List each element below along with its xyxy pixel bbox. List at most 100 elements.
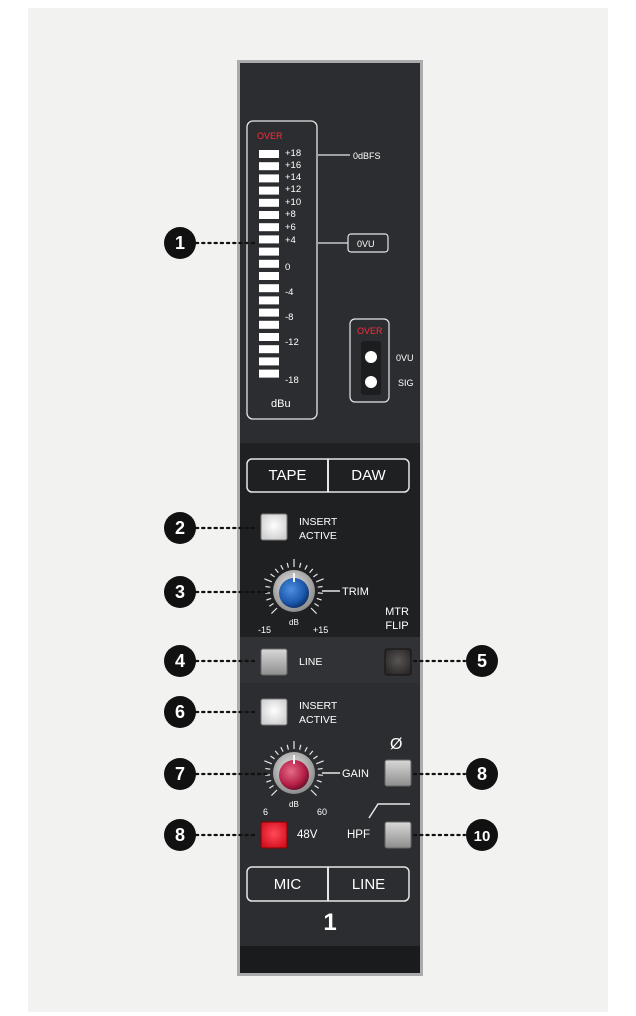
knob-tick <box>266 779 272 783</box>
led-segment <box>259 150 279 158</box>
trim-unit-label: dB <box>289 618 299 627</box>
mtr-flip-label-line2: FLIP <box>385 620 409 632</box>
knob-tick <box>286 744 289 750</box>
led-segment <box>259 333 279 341</box>
knob-tick <box>268 784 274 789</box>
gain-unit-label: dB <box>289 800 299 809</box>
indicator-ovu-label: 0VU <box>396 353 414 363</box>
gain-knob[interactable] <box>264 741 340 797</box>
callout-number: 8 <box>175 825 185 845</box>
led-segment <box>259 211 279 219</box>
meter-scale-label: +18 <box>285 148 302 159</box>
trim-min-label: -15 <box>258 625 272 635</box>
knob-tick <box>280 746 284 752</box>
phase-button[interactable] <box>384 759 412 787</box>
led-segment <box>259 235 279 244</box>
callout-number: 10 <box>474 828 491 845</box>
callout-number: 5 <box>477 651 487 671</box>
mtr-flip-button[interactable] <box>384 648 412 676</box>
knob-tick <box>314 784 320 789</box>
meter-scale-label: +6 <box>285 222 296 233</box>
led-meter <box>259 150 279 378</box>
knob-tick <box>274 750 279 756</box>
strip-footer <box>240 946 420 973</box>
line-button-label: LINE <box>299 656 323 668</box>
insert-active-button-lower[interactable] <box>260 698 288 726</box>
led-segment <box>259 174 279 183</box>
led-segment <box>259 272 279 280</box>
meter-scale-label: -18 <box>285 375 299 386</box>
mic-button-label[interactable]: MIC <box>247 876 328 893</box>
phase-symbol: Ø <box>390 736 403 753</box>
led-segment <box>259 308 279 317</box>
meter-scale-label: +12 <box>285 184 302 195</box>
line-input-button-label[interactable]: LINE <box>328 876 409 893</box>
insert-label-upper-line2: ACTIVE <box>299 530 337 542</box>
line-button[interactable] <box>260 648 288 676</box>
meter-scale-label: +14 <box>285 172 302 183</box>
meter-scale-label: -12 <box>285 337 299 348</box>
led-segment <box>259 198 279 207</box>
led-segment <box>259 284 279 293</box>
callout-number: 8 <box>477 764 487 784</box>
meter-scale-label: +8 <box>285 209 296 220</box>
knob-tick <box>265 585 271 588</box>
led-segment <box>259 162 279 171</box>
ovu-led <box>365 351 377 363</box>
gain-min-label: 6 <box>263 807 269 817</box>
hpf-curve-icon <box>368 803 410 819</box>
led-segment <box>259 345 279 354</box>
meter-over-label: OVER <box>257 131 283 141</box>
gain-knob-cap <box>279 760 309 790</box>
knob-tick <box>317 585 323 588</box>
insert-active-button-upper[interactable] <box>260 513 288 541</box>
knob-tick <box>299 744 302 750</box>
knob-tick <box>304 746 308 752</box>
meter-scale-label: +4 <box>285 235 296 246</box>
led-segment <box>259 247 279 256</box>
knob-tick <box>265 767 271 770</box>
knob-tick <box>309 750 314 756</box>
insert-label-lower-line1: INSERT <box>299 700 338 712</box>
knob-tick <box>317 767 323 770</box>
callout-number: 4 <box>175 651 185 671</box>
callout-number: 6 <box>175 702 185 722</box>
tape-button-label[interactable]: TAPE <box>247 467 328 484</box>
mtr-flip-label-line1: MTR <box>385 606 409 618</box>
trim-max-label: +15 <box>313 625 329 635</box>
callout-number: 7 <box>175 764 185 784</box>
led-segment <box>259 369 279 378</box>
led-segment <box>259 357 279 366</box>
meter-scale-label: +10 <box>285 197 302 208</box>
phantom-48v-button[interactable] <box>260 821 288 849</box>
led-segment <box>259 186 279 195</box>
knob-tick <box>270 755 275 760</box>
knob-tick <box>316 779 322 783</box>
led-segment <box>259 320 279 329</box>
hpf-button[interactable] <box>384 821 412 849</box>
meter-scale-label: +16 <box>285 160 302 171</box>
indicator-sig-label: SIG <box>398 378 414 388</box>
meter-scale-label: 0 <box>285 262 291 273</box>
led-segment <box>259 259 279 268</box>
hpf-label: HPF <box>347 829 370 841</box>
indicator-over-label: OVER <box>357 326 383 336</box>
meter-bezel <box>246 120 318 420</box>
trim-knob-cap <box>279 578 309 608</box>
odbfs-label: 0dBFS <box>353 151 381 161</box>
knob-tick <box>264 760 273 765</box>
daw-button-label[interactable]: DAW <box>328 467 409 484</box>
knob-tick <box>313 755 318 760</box>
knob-tick <box>310 789 318 797</box>
insert-label-lower-line2: ACTIVE <box>299 714 337 726</box>
knob-tick <box>315 760 324 765</box>
channel-strip-diagram: 1234 567 88 10 <box>164 120 498 973</box>
channel-number: 1 <box>323 909 337 936</box>
gain-max-label: 60 <box>317 807 328 817</box>
knob-tick <box>270 789 278 797</box>
insert-label-upper-line1: INSERT <box>299 516 338 528</box>
meter-unit-label: dBu <box>271 398 291 410</box>
sig-led <box>365 376 377 388</box>
phantom-label: 48V <box>297 829 318 841</box>
callout-number: 1 <box>175 233 185 253</box>
